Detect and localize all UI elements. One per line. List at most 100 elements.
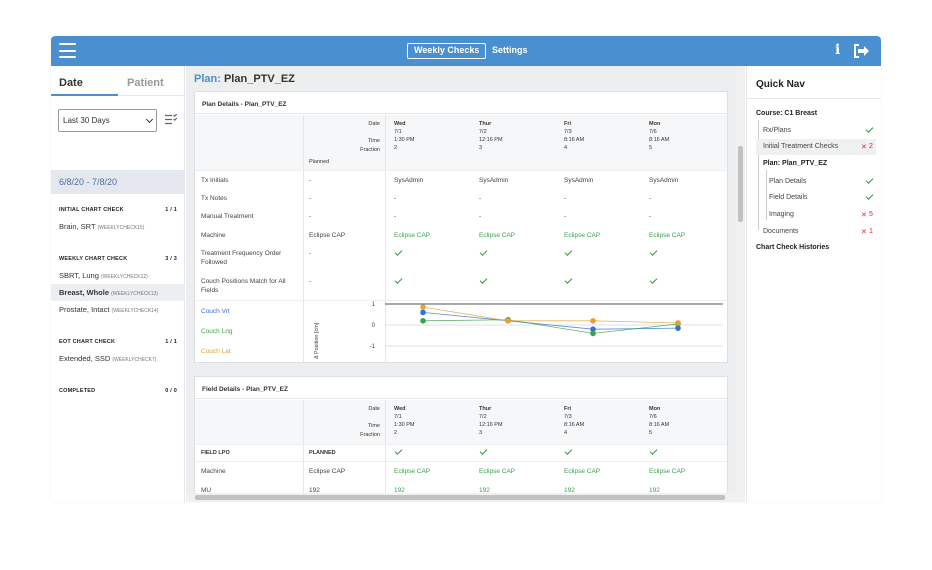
error-count: 1 [869, 228, 873, 235]
nav-initial-treatment-checks[interactable]: Initial Treatment Checks [763, 143, 838, 150]
col-day: Thur [479, 406, 492, 412]
check-icon [649, 276, 658, 284]
col-time: 1:30 PM [394, 137, 415, 143]
list-item[interactable]: SBRT, Lung (WEEKLYCHECK12) [51, 267, 185, 284]
list-item[interactable]: Extended, SSD (WEEKLYCHECK7) [51, 350, 185, 367]
list-item[interactable]: Prostate, Intact (WEEKLYCHECK14) [51, 301, 185, 318]
col-time: 1:30 PM [394, 422, 415, 428]
cell-value: Eclipse CAP [564, 232, 601, 239]
logout-icon[interactable] [852, 42, 870, 60]
legend-couch-lat: Couch Lat [201, 348, 231, 355]
range-select[interactable]: Last 30 Days [58, 109, 157, 132]
hdr-planned-label: Planned [309, 159, 330, 165]
list-item-tag: (WEEKLYCHECK13) [111, 291, 158, 297]
col-fraction: 2 [394, 145, 398, 151]
nav-chart-check-histories[interactable]: Chart Check Histories [756, 244, 829, 251]
planned-value: Eclipse CAP [309, 232, 346, 239]
list-item-selected[interactable]: Breast, Whole (WEEKLYCHECK13) [51, 284, 185, 301]
scrollbar-thumb[interactable] [738, 146, 743, 222]
active-tab-underline [51, 94, 118, 96]
col-date: 7/2 [479, 414, 487, 420]
col-day: Thur [479, 121, 492, 127]
group-count: 3 / 3 [165, 256, 177, 262]
col-time: 8:16 AM [649, 137, 670, 143]
nav-imaging[interactable]: Imaging [769, 211, 794, 218]
col-date: 7/6 [649, 129, 657, 135]
data-point [420, 304, 426, 310]
horizontal-scrollbar[interactable] [186, 493, 736, 502]
list-item-tag: (WEEKLYCHECK15) [97, 225, 145, 231]
card-title: Field Details - Plan_PTV_EZ [195, 377, 727, 399]
cell-value: - [479, 195, 482, 202]
col-day: Fri [564, 121, 572, 127]
column-header: Mon 7/6 8:16 AM 5 [649, 120, 669, 152]
row-divider [195, 170, 727, 171]
col-fraction: 5 [649, 430, 653, 436]
main-content: Plan: Plan_PTV_EZ Plan Details - Plan_PT… [186, 66, 745, 502]
divider [747, 98, 881, 99]
check-icon [649, 447, 658, 455]
error-icon: ✕ [861, 212, 867, 219]
chevron-down-icon [145, 115, 154, 124]
check-icon [394, 248, 403, 256]
filter-list-icon[interactable] [165, 114, 177, 125]
group-weekly-chart-check: WEEKLY CHART CHECK 3 / 3 [59, 256, 177, 262]
column-header: Fri 7/3 8:16 AM 4 [564, 120, 584, 152]
col-date: 7/1 [394, 414, 402, 420]
row-label-frequency: Treatment Frequency Order Followed [201, 250, 282, 266]
tab-date[interactable]: Date [59, 77, 83, 89]
plan-label: Plan: [194, 73, 221, 85]
list-item-name: SBRT, Lung [59, 271, 99, 280]
group-title: EOT CHART CHECK [59, 339, 116, 345]
col-fraction: 4 [564, 145, 568, 151]
check-icon [479, 248, 488, 256]
data-point [505, 318, 511, 324]
column-divider [303, 400, 304, 496]
nav-field-details[interactable]: Field Details [769, 194, 808, 201]
menu-icon[interactable] [59, 43, 76, 58]
scrollbar-thumb[interactable] [195, 495, 725, 500]
column-divider [385, 400, 386, 496]
column-header: Fri 7/3 8:16 AM 4 [564, 405, 584, 437]
nav-documents[interactable]: Documents [763, 228, 798, 235]
group-count: 1 / 1 [165, 207, 177, 213]
plan-name: Plan_PTV_EZ [223, 73, 295, 85]
nav-course[interactable]: Course: C1 Breast [756, 110, 817, 117]
tab-settings[interactable]: Settings [492, 45, 528, 55]
field-details-card: Field Details - Plan_PTV_EZ Date Time Fr… [194, 376, 728, 496]
list-item-tag: (WEEKLYCHECK14) [111, 308, 159, 314]
row-divider [195, 444, 727, 445]
tree-line [766, 170, 767, 220]
left-tabs: Date Patient [51, 66, 184, 96]
group-title: COMPLETED [59, 388, 96, 394]
check-icon [564, 248, 573, 256]
tab-weekly-checks[interactable]: Weekly Checks [407, 43, 487, 59]
planned-value: Eclipse CAP [309, 468, 346, 475]
col-day: Fri [564, 406, 572, 412]
cell-value: - [479, 213, 482, 220]
col-time: 8:16 AM [564, 137, 585, 143]
col-day: Wed [394, 406, 406, 412]
y-tick-label: -1 [370, 344, 376, 350]
list-item[interactable]: Brain, SRT (WEEKLYCHECK15) [51, 218, 185, 235]
row-label-machine: Machine [201, 232, 226, 239]
col-fraction: 5 [649, 145, 653, 151]
col-fraction: 3 [479, 145, 483, 151]
tab-patient[interactable]: Patient [127, 77, 164, 89]
y-axis-label: Δ Position [cm] [314, 322, 320, 359]
nav-rx-plans[interactable]: Rx/Plans [763, 127, 791, 134]
check-icon [865, 176, 874, 184]
cell-value: - [649, 213, 652, 220]
col-fraction: 4 [564, 430, 568, 436]
cell-value: - [564, 213, 567, 220]
vertical-scrollbar[interactable] [736, 66, 745, 502]
nav-plan[interactable]: Plan: Plan_PTV_EZ [763, 160, 827, 167]
nav-plan-details[interactable]: Plan Details [769, 178, 806, 185]
info-icon[interactable]: i [835, 42, 840, 58]
check-icon [564, 447, 573, 455]
check-icon [865, 192, 874, 200]
top-bar: Weekly Checks Settings i [51, 36, 881, 66]
cell-value: Eclipse CAP [394, 468, 431, 475]
range-select-value: Last 30 Days [63, 116, 110, 125]
list-item-name: Extended, SSD [59, 354, 111, 363]
